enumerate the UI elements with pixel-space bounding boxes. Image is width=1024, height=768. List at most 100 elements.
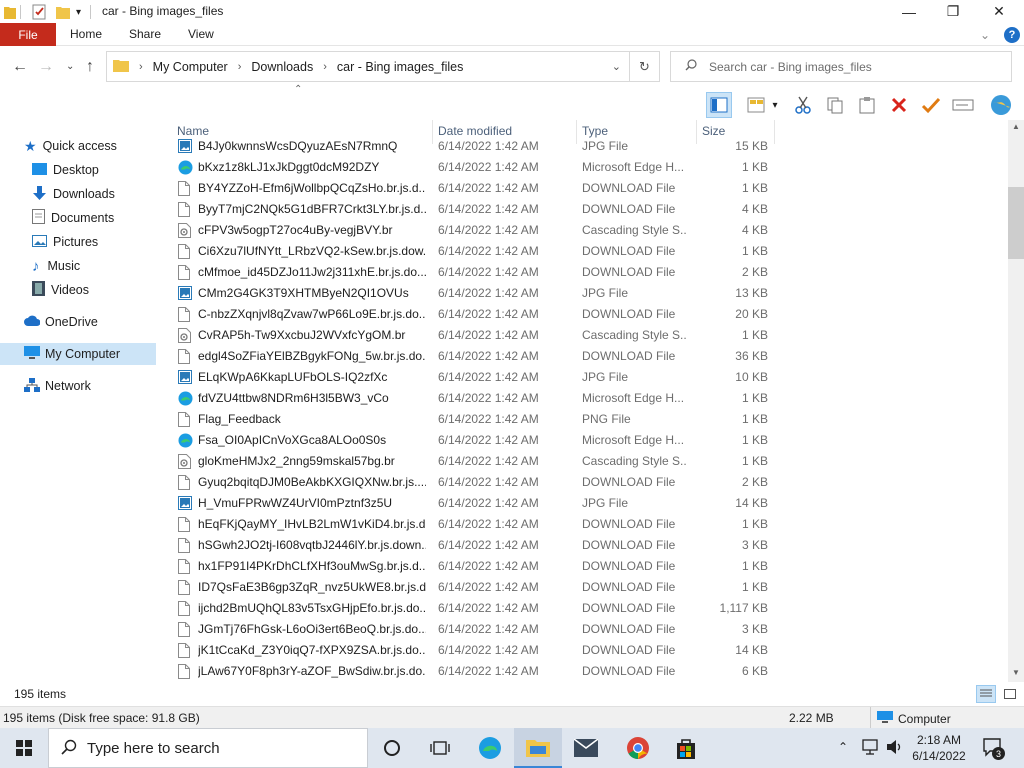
globe-icon[interactable]	[988, 92, 1014, 118]
search-input[interactable]: Search car - Bing images_files	[709, 60, 872, 74]
breadcrumb-downloads[interactable]: Downloads	[251, 60, 313, 74]
file-row[interactable]: H_VmuFPRwWZ4UrVI0mPztnf3z5U 6/14/2022 1:4…	[174, 493, 774, 514]
close-button[interactable]: ✕	[976, 0, 1022, 23]
address-dropdown-icon[interactable]: ⌄	[612, 60, 621, 73]
maximize-button[interactable]: ❐	[930, 0, 976, 23]
file-row[interactable]: C-nbzZXqnjvl8qZvaw7wP66Lo9E.br.js.do... 6…	[174, 304, 774, 325]
store-icon[interactable]	[662, 728, 710, 768]
new-folder-icon[interactable]	[56, 3, 70, 21]
breadcrumb-chevron-icon[interactable]: ›	[139, 61, 143, 73]
file-row[interactable]: CvRAP5h-Tw9XxcbuJ2WVxfcYgOM.br 6/14/2022 …	[174, 325, 774, 346]
recent-locations-icon[interactable]: ⌄	[66, 61, 74, 72]
file-row[interactable]: hx1FP91I4PKrDhCLfXHf3ouMwSg.br.js.d... 6/…	[174, 556, 774, 577]
rename-icon[interactable]	[950, 92, 976, 118]
clock[interactable]: 2:18 AM 6/14/2022	[910, 732, 968, 764]
title-bar: ▾ car - Bing images_files — ❐ ✕	[0, 0, 1024, 23]
nav-documents[interactable]: Documents 📌	[32, 207, 188, 229]
taskbar-search-input[interactable]: Type here to search	[87, 740, 220, 757]
large-icons-view-icon[interactable]	[1000, 685, 1020, 703]
nav-music[interactable]: ♪ Music	[32, 255, 156, 277]
scroll-up-icon[interactable]: ▲	[1012, 122, 1020, 131]
file-row[interactable]: jLAw67Y0F8ph3rY-aZOF_BwSdiw.br.js.do... 6…	[174, 661, 774, 682]
expand-ribbon-icon[interactable]: ⌄	[980, 28, 990, 42]
nav-pictures[interactable]: Pictures 📌	[32, 231, 188, 253]
file-row[interactable]: ELqKWpA6KkapLUFbOLS-IQ2zfXc 6/14/2022 1:4…	[174, 367, 774, 388]
back-button[interactable]: ←	[12, 58, 28, 76]
file-row[interactable]: B4Jy0kwnnsWcsDQyuzAEsN7RmnQ 6/14/2022 1:4…	[174, 136, 774, 157]
delete-icon[interactable]	[886, 92, 912, 118]
breadcrumb-current[interactable]: car - Bing images_files	[337, 60, 463, 74]
nav-quick-access[interactable]: ★ Quick access	[24, 135, 154, 157]
file-row[interactable]: Ci6Xzu7lUfNYtt_LRbzVQ2-kSew.br.js.dow...…	[174, 241, 774, 262]
properties-icon[interactable]	[32, 3, 48, 21]
taskbar: Type here to search ⌃ 2:18 AM 6/14/2022 …	[0, 728, 1024, 768]
file-type: DOWNLOAD File	[582, 622, 676, 636]
help-icon[interactable]: ?	[1004, 26, 1020, 43]
file-row[interactable]: Gyuq2bqitqDJM0BeAkbKXGIQXNw.br.js.... 6/1…	[174, 472, 774, 493]
file-row[interactable]: hEqFKjQayMY_IHvLB2LmW1vKiD4.br.js.d... 6/…	[174, 514, 774, 535]
breadcrumb-chevron-icon[interactable]: ›	[323, 61, 327, 73]
nav-desktop[interactable]: Desktop 📌	[32, 159, 188, 181]
file-explorer-icon[interactable]	[514, 728, 562, 768]
address-bar[interactable]: › My Computer › Downloads › car - Bing i…	[106, 51, 660, 82]
cut-icon[interactable]	[790, 92, 816, 118]
notifications-icon[interactable]: 3	[982, 737, 1005, 762]
file-row[interactable]: bKxz1z8kLJ1xJkDggt0dcM92DZY 6/14/2022 1:4…	[174, 157, 774, 178]
search-box[interactable]: Search car - Bing images_files	[670, 51, 1012, 82]
show-hidden-icons-icon[interactable]: ⌃	[838, 740, 848, 754]
file-row[interactable]: hSGwh2JO2tj-I608vqtbJ2446lY.br.js.down..…	[174, 535, 774, 556]
minimize-button[interactable]: —	[886, 0, 932, 23]
details-view-icon[interactable]	[976, 685, 996, 703]
checkmark-icon[interactable]	[918, 92, 944, 118]
file-row[interactable]: Flag_Feedback 6/14/2022 1:42 AM PNG File 1 …	[174, 409, 774, 430]
up-button[interactable]: ↑	[86, 58, 94, 76]
file-row[interactable]: cFPV3w5ogpT27oc4uBy-vegjBVY.br 6/14/2022 …	[174, 220, 774, 241]
file-row[interactable]: ijchd2BmUQhQL83v5TsxGHjpEfo.br.js.do... 6…	[174, 598, 774, 619]
chrome-icon[interactable]	[614, 728, 662, 768]
file-row[interactable]: cMfmoe_id45DZJo11Jw2j311xhE.br.js.do... 6…	[174, 262, 774, 283]
task-view-icon[interactable]	[416, 728, 464, 768]
file-date: 6/14/2022 1:42 AM	[438, 664, 539, 678]
scroll-down-icon[interactable]: ▼	[1012, 668, 1020, 677]
file-row[interactable]: JGmTj76FhGsk-L6oOi3ert6BeoQ.br.js.do... 6…	[174, 619, 774, 640]
nav-downloads[interactable]: Downloads 📌	[32, 183, 188, 205]
layout-dropdown-icon[interactable]: ▾	[768, 92, 782, 118]
divider	[90, 5, 91, 19]
windows-start-icon[interactable]	[0, 728, 48, 768]
breadcrumb-my-computer[interactable]: My Computer	[153, 60, 228, 74]
file-row[interactable]: ID7QsFaE3B6gp3ZqR_nvz5UkWE8.br.js.do... 6…	[174, 577, 774, 598]
copy-icon[interactable]	[822, 92, 848, 118]
customize-quick-access-icon[interactable]: ▾	[76, 3, 81, 21]
column-divider[interactable]	[774, 120, 775, 144]
mail-icon[interactable]	[562, 728, 610, 768]
cortana-icon[interactable]	[368, 728, 416, 768]
tab-file[interactable]: File	[0, 23, 56, 46]
file-row[interactable]: jK1tCcaKd_Z3Y0iqQ7-fXPX9ZSA.br.js.do... 6…	[174, 640, 774, 661]
refresh-icon[interactable]: ↻	[629, 52, 659, 81]
edge-icon[interactable]	[466, 728, 514, 768]
file-row[interactable]: ByyT7mjC2NQk5G1dBFR7Crkt3LY.br.js.d... 6/…	[174, 199, 774, 220]
file-row[interactable]: gloKmeHMJx2_2nng59mskal57bg.br 6/14/2022 …	[174, 451, 774, 472]
tab-home[interactable]: Home	[70, 27, 102, 41]
file-row[interactable]: CMm2G4GK3T9XHTMByeN2QI1OVUs 6/14/2022 1:4…	[174, 283, 774, 304]
layout-icon[interactable]	[744, 92, 770, 118]
file-row[interactable]: Fsa_OI0ApICnVoXGca8ALOo0S0s 6/14/2022 1:4…	[174, 430, 774, 451]
nav-videos[interactable]: Videos	[32, 279, 156, 301]
sort-indicator-icon: ⌃	[294, 84, 303, 95]
network-status-icon[interactable]	[862, 739, 880, 758]
scrollbar-thumb[interactable]	[1008, 187, 1024, 259]
nav-onedrive[interactable]: OneDrive	[24, 311, 154, 333]
nav-network[interactable]: Network	[24, 375, 154, 397]
volume-icon[interactable]	[886, 739, 904, 758]
nav-my-computer[interactable]: My Computer	[0, 343, 156, 365]
file-row[interactable]: edgl4SoZFiaYElBZBgykFONg_5w.br.js.do... 6…	[174, 346, 774, 367]
taskbar-search-box[interactable]: Type here to search	[48, 728, 368, 768]
tab-view[interactable]: View	[188, 27, 214, 41]
forward-button[interactable]: →	[38, 58, 54, 76]
paste-icon[interactable]	[854, 92, 880, 118]
file-row[interactable]: fdVZU4ttbw8NDRm6H3l5BW3_vCo 6/14/2022 1:4…	[174, 388, 774, 409]
breadcrumb-chevron-icon[interactable]: ›	[238, 61, 242, 73]
preview-pane-icon[interactable]	[706, 92, 732, 118]
tab-share[interactable]: Share	[129, 27, 161, 41]
file-row[interactable]: BY4YZZoH-Efm6jWollbpQCqZsHo.br.js.d... 6/…	[174, 178, 774, 199]
